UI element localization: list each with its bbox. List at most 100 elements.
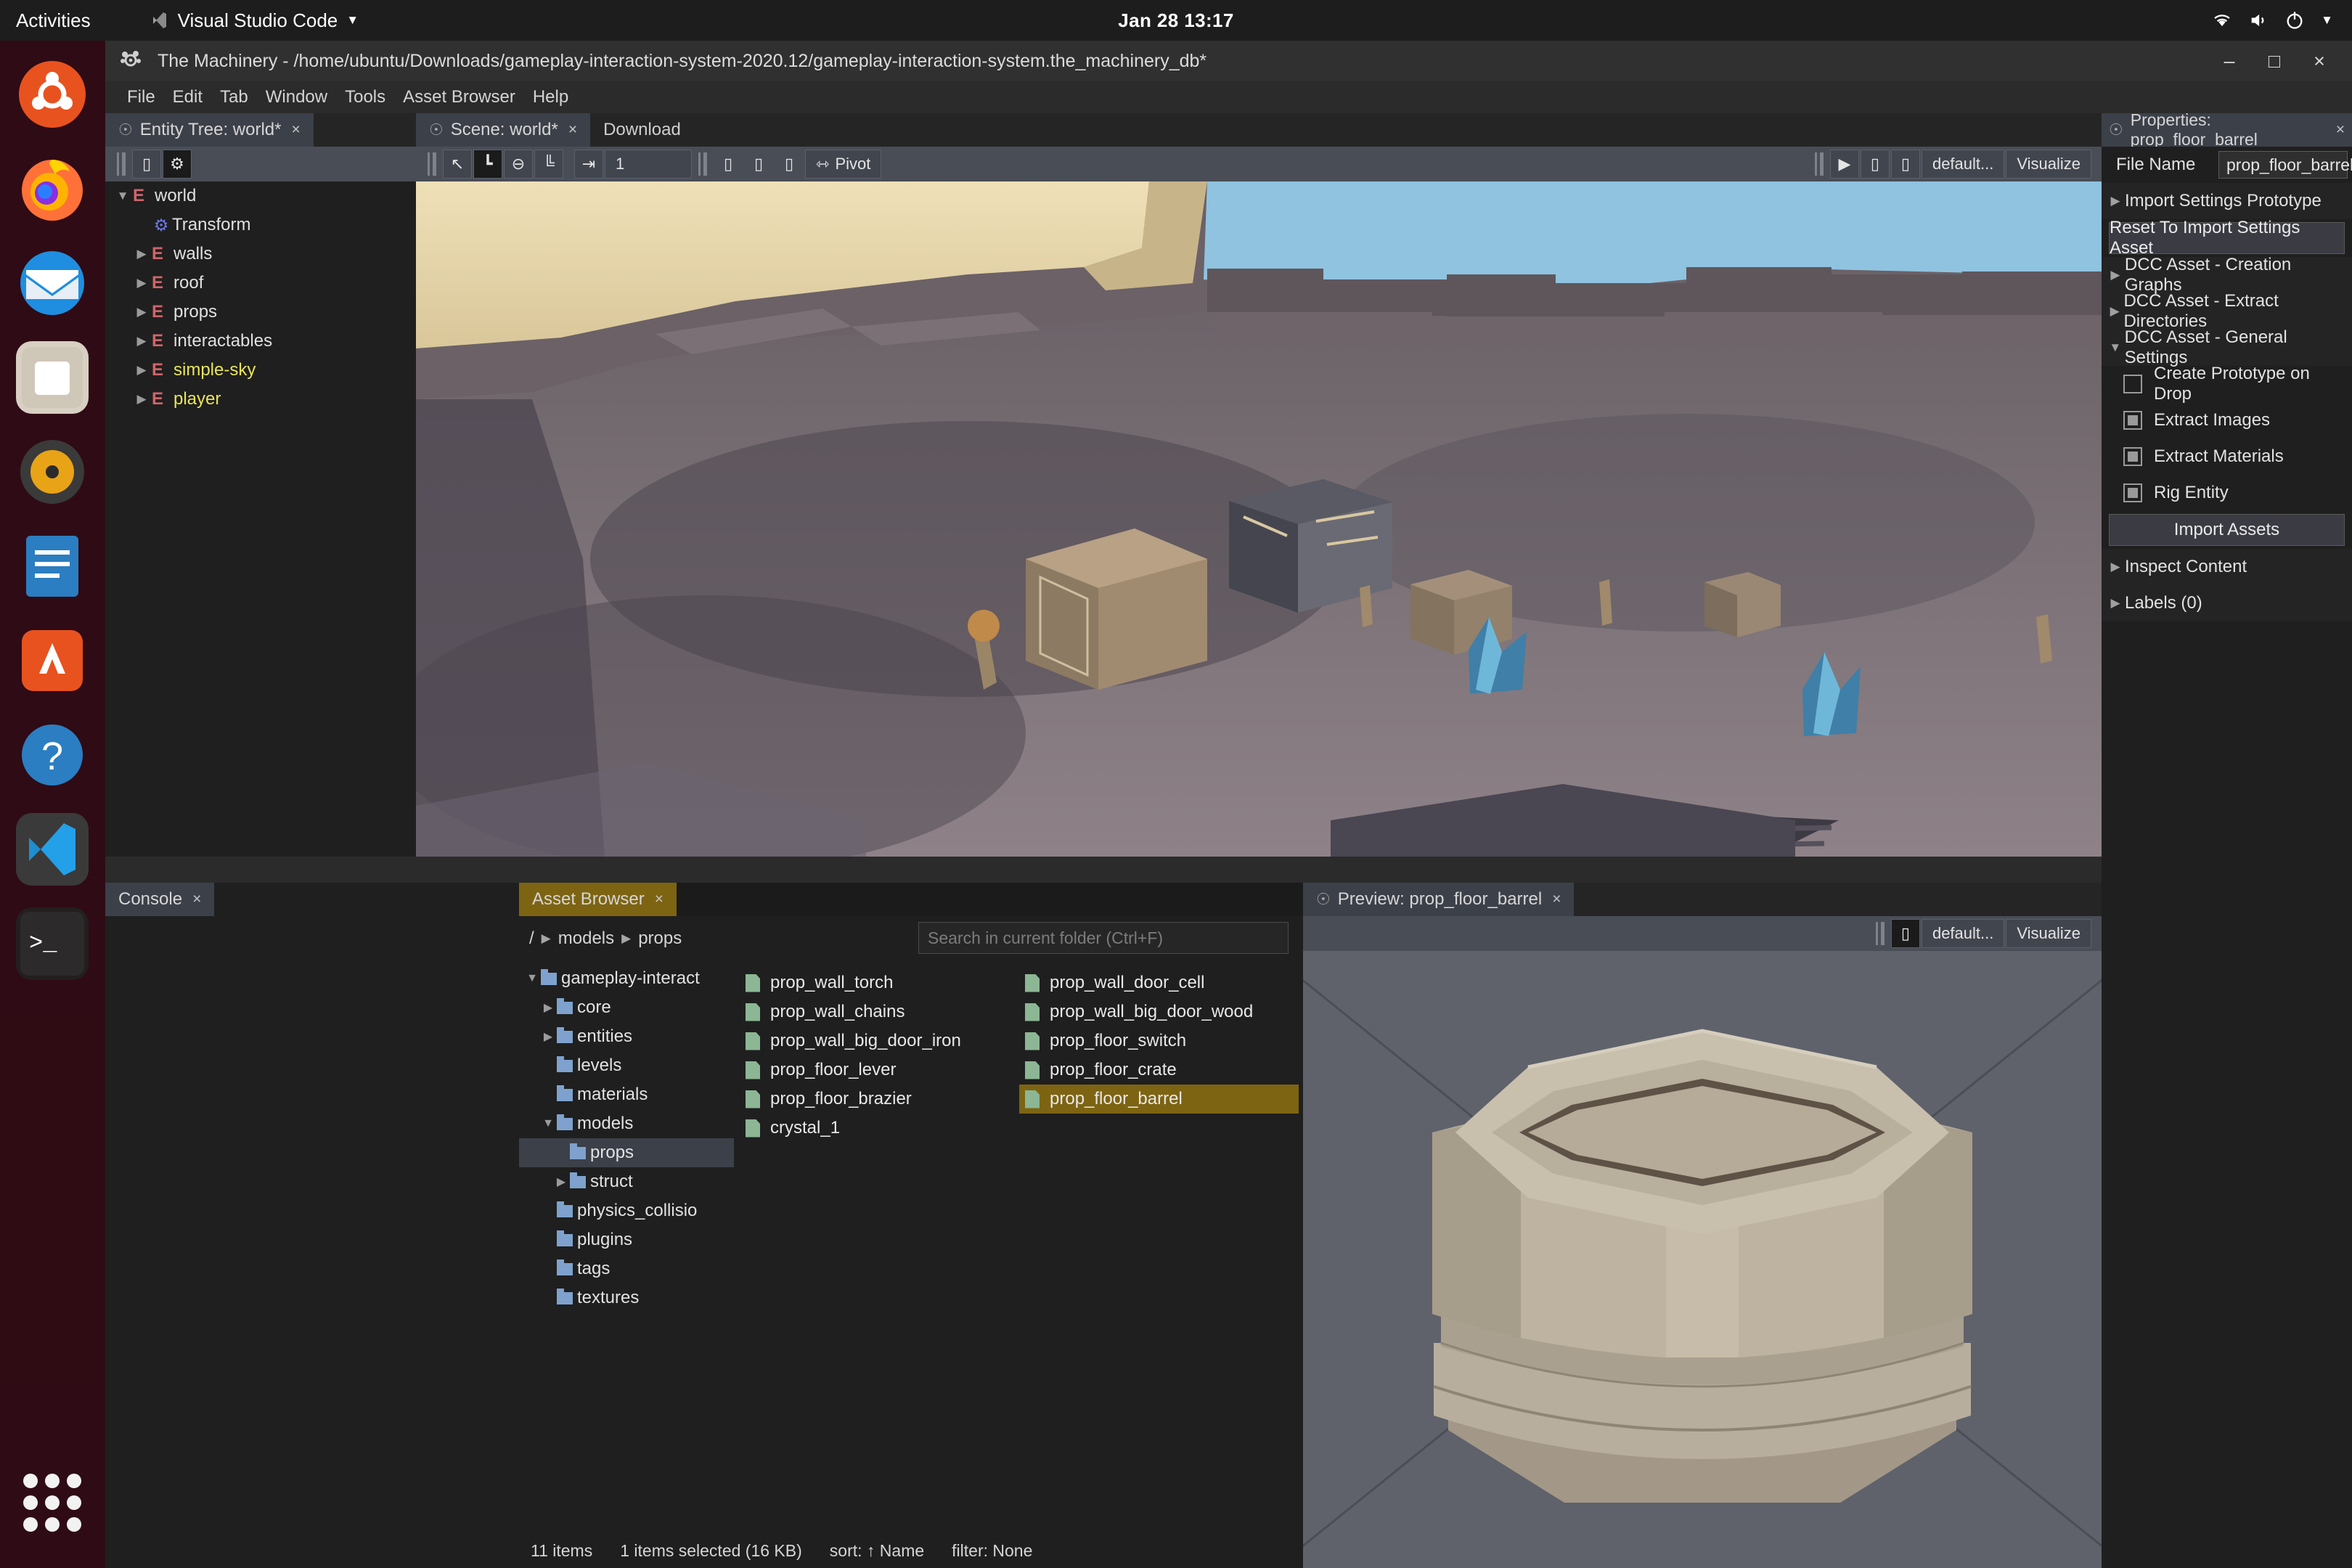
file-row-prop-wall-door-cell[interactable]: prop_wall_door_cell <box>1019 968 1299 997</box>
snap-value-input[interactable]: 1 <box>605 150 692 179</box>
file-row-prop-floor-lever[interactable]: prop_floor_lever <box>740 1055 1019 1085</box>
tab-scene-world[interactable]: ☉ Scene: world* × <box>416 113 591 147</box>
dock-item-libreoffice-writer[interactable] <box>16 530 89 603</box>
entity-row-world[interactable]: ▼ E world <box>105 181 416 211</box>
tab-console[interactable]: Console × <box>105 883 215 916</box>
entity-row-props[interactable]: ▶ E props <box>105 298 416 327</box>
drag-grip[interactable] <box>117 152 126 176</box>
reset-to-import-settings-asset-button[interactable]: Reset To Import Settings Asset <box>2109 218 2345 258</box>
close-icon[interactable]: × <box>291 121 300 139</box>
folder-row-physics-collision[interactable]: physics_collisio <box>519 1196 734 1225</box>
folder-row-gameplay-interaction[interactable]: ▼ gameplay-interact <box>519 964 734 993</box>
scale-tool-button[interactable]: ╚ <box>534 150 563 179</box>
show-applications-button[interactable] <box>23 1474 81 1532</box>
console-output[interactable] <box>105 916 519 1568</box>
drag-grip[interactable] <box>1875 922 1885 945</box>
rotate-tool-button[interactable]: ⊖ <box>504 150 533 179</box>
dock-item-ubuntu-software[interactable] <box>16 624 89 697</box>
breadcrumb-props[interactable]: props <box>638 928 682 949</box>
move-tool-button[interactable]: ┗ <box>473 150 502 179</box>
dcc-asset-general-settings-row[interactable]: ▼ DCC Asset - General Settings <box>2102 327 2352 367</box>
snap-icon[interactable]: ⇥ <box>574 150 603 179</box>
chevron-right-icon[interactable]: ▶ <box>131 363 152 377</box>
chevron-right-icon[interactable]: ▶ <box>2106 560 2125 574</box>
dcc-asset-extract-directories-row[interactable]: ▶ DCC Asset - Extract Directories <box>2102 291 2352 331</box>
dock-item-terminal[interactable]: >_ <box>16 907 89 980</box>
folder-row-materials[interactable]: materials <box>519 1080 734 1109</box>
labels-row[interactable]: ▶ Labels (0) <box>2102 585 2352 621</box>
bounds-toggle-button[interactable]: ▯ <box>775 150 804 179</box>
visualize-button[interactable]: Visualize <box>2006 150 2091 179</box>
dock-item-ubuntu-software-center[interactable] <box>16 58 89 131</box>
chevron-right-icon[interactable]: ▶ <box>131 305 152 319</box>
menu-item-asset-browser[interactable]: Asset Browser <box>394 87 524 107</box>
menu-item-window[interactable]: Window <box>257 87 336 107</box>
dock-item-firefox[interactable] <box>16 152 89 225</box>
dock-item-thunderbird[interactable] <box>16 247 89 319</box>
breadcrumb-root[interactable]: / <box>529 928 534 949</box>
play-button[interactable]: ▶ <box>1829 150 1859 179</box>
folder-row-models[interactable]: ▼ models <box>519 1109 734 1138</box>
tab-asset-browser[interactable]: Asset Browser × <box>519 883 677 916</box>
tab-download[interactable]: Download <box>590 113 694 147</box>
viewport-preset-dropdown[interactable]: default... <box>1921 150 2005 179</box>
close-icon[interactable]: × <box>655 891 663 908</box>
file-row-prop-floor-crate[interactable]: prop_floor_crate <box>1019 1055 1299 1085</box>
dock-item-rhythmbox[interactable] <box>16 436 89 508</box>
chevron-right-icon[interactable]: ▶ <box>2106 268 2125 282</box>
close-button[interactable]: × <box>2297 41 2342 81</box>
chevron-down-icon[interactable]: ▼ <box>539 1117 557 1130</box>
sort-info[interactable]: sort: ↑ Name <box>830 1541 924 1561</box>
entity-row-transform[interactable]: ⚙ Transform <box>105 211 416 240</box>
file-row-prop-wall-chains[interactable]: prop_wall_chains <box>740 997 1019 1026</box>
import-settings-prototype-row[interactable]: ▶ Import Settings Prototype <box>2102 183 2352 219</box>
drag-grip[interactable] <box>1814 152 1824 176</box>
menu-item-file[interactable]: File <box>118 87 164 107</box>
file-row-prop-wall-torch[interactable]: prop_wall_torch <box>740 968 1019 997</box>
menu-item-tab[interactable]: Tab <box>211 87 257 107</box>
chevron-right-icon[interactable]: ▶ <box>2106 304 2123 319</box>
clock[interactable]: Jan 28 13:17 <box>1118 9 1233 32</box>
chevron-right-icon[interactable]: ▶ <box>2106 596 2125 611</box>
close-icon[interactable]: × <box>192 891 201 908</box>
chevron-right-icon[interactable]: ▶ <box>539 1029 557 1044</box>
folder-row-struct[interactable]: ▶ struct <box>519 1167 734 1196</box>
folder-row-entities[interactable]: ▶ entities <box>519 1022 734 1051</box>
drag-grip[interactable] <box>428 152 436 176</box>
import-assets-button[interactable]: Import Assets <box>2109 514 2345 546</box>
entity-row-roof[interactable]: ▶ E roof <box>105 269 416 298</box>
extract-materials-row[interactable]: Extract Materials <box>2102 438 2352 475</box>
create-prototype-on-drop-row[interactable]: Create Prototype on Drop <box>2102 364 2352 404</box>
tab-preview[interactable]: ☉ Preview: prop_floor_barrel × <box>1303 883 1575 916</box>
scene-viewport[interactable] <box>416 181 2102 857</box>
drag-grip[interactable] <box>698 152 707 176</box>
dock-item-visual-studio-code[interactable] <box>16 813 89 886</box>
dock-item-help[interactable]: ? <box>16 719 89 791</box>
entity-row-simple-sky[interactable]: ▶ E simple-sky <box>105 356 416 385</box>
checkbox-unchecked-icon[interactable] <box>2123 375 2142 393</box>
maximize-button[interactable]: □ <box>2252 41 2297 81</box>
preview-viewport-preset-dropdown[interactable]: default... <box>1921 919 2005 948</box>
app-menu-button[interactable]: Visual Studio Code ▼ <box>150 9 359 32</box>
menu-item-edit[interactable]: Edit <box>164 87 211 107</box>
folder-row-levels[interactable]: levels <box>519 1051 734 1080</box>
dcc-asset-creation-graphs-row[interactable]: ▶ DCC Asset - Creation Graphs <box>2102 255 2352 295</box>
chevron-right-icon[interactable]: ▶ <box>131 247 152 261</box>
preview-viewport[interactable] <box>1303 951 2102 1568</box>
camera-button[interactable]: ▯ <box>1890 150 1920 179</box>
chevron-down-icon[interactable]: ▼ <box>523 972 541 985</box>
file-row-prop-floor-switch[interactable]: prop_floor_switch <box>1019 1026 1299 1055</box>
settings-gear-button[interactable]: ⚙ <box>163 150 192 179</box>
menu-item-tools[interactable]: Tools <box>336 87 394 107</box>
activities-button[interactable]: Activities <box>16 9 91 32</box>
chevron-down-icon[interactable]: ▼ <box>2106 340 2125 355</box>
tab-properties[interactable]: ☉ Properties: prop_floor_barrel × <box>2102 110 2352 149</box>
menu-item-help[interactable]: Help <box>524 87 577 107</box>
minimize-button[interactable]: – <box>2207 41 2252 81</box>
file-row-crystal-1[interactable]: crystal_1 <box>740 1114 1019 1143</box>
filter-info[interactable]: filter: None <box>952 1541 1032 1561</box>
entity-row-interactables[interactable]: ▶ E interactables <box>105 327 416 356</box>
checkbox-checked-icon[interactable] <box>2123 447 2142 466</box>
layout-toggle-button[interactable]: ▯ <box>132 150 161 179</box>
extract-images-row[interactable]: Extract Images <box>2102 402 2352 438</box>
